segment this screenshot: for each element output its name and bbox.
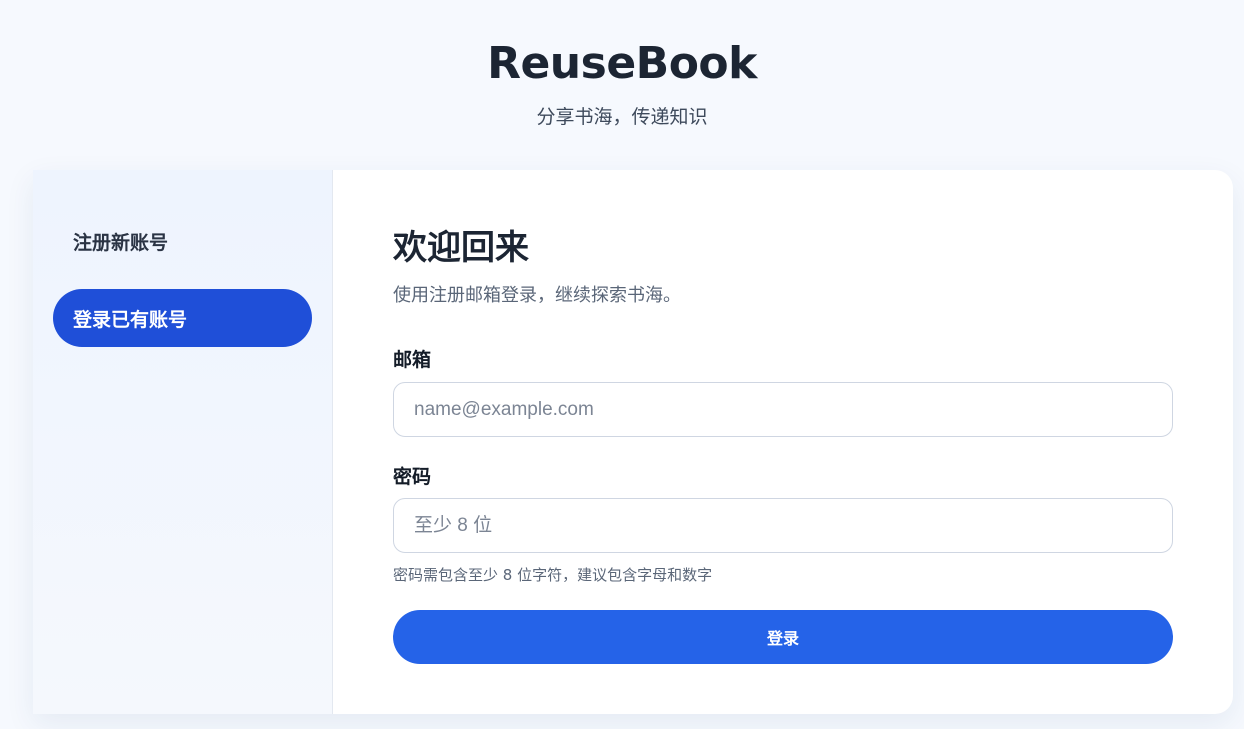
login-form-panel: 欢迎回来 使用注册邮箱登录，继续探索书海。 邮箱 密码 密码需包含至少 8 位字… (333, 170, 1233, 714)
brand-header: ReuseBook 分享书海，传递知识 (0, 36, 1244, 130)
email-input[interactable] (393, 382, 1173, 437)
login-page: ReuseBook 分享书海，传递知识 注册新账号 登录已有账号 欢迎回来 使用… (0, 0, 1244, 729)
password-hint: 密码需包含至少 8 位字符，建议包含字母和数字 (393, 566, 713, 584)
auth-sidebar: 注册新账号 登录已有账号 (33, 170, 333, 714)
brand-tagline: 分享书海，传递知识 (536, 106, 708, 128)
login-button[interactable]: 登录 (393, 610, 1173, 664)
sidebar-item-register[interactable]: 注册新账号 (53, 212, 312, 270)
sidebar-item-label: 登录已有账号 (73, 308, 188, 331)
page-title: 欢迎回来 (393, 228, 529, 268)
sidebar-item-login[interactable]: 登录已有账号 (53, 289, 312, 347)
brand-title: ReuseBook (487, 38, 757, 89)
auth-card: 注册新账号 登录已有账号 欢迎回来 使用注册邮箱登录，继续探索书海。 邮箱 密码… (33, 170, 1233, 714)
sidebar-item-label: 注册新账号 (73, 231, 169, 254)
password-input[interactable] (393, 498, 1173, 553)
email-label: 邮箱 (393, 349, 432, 371)
password-label: 密码 (393, 466, 432, 488)
page-subtitle: 使用注册邮箱登录，继续探索书海。 (393, 285, 681, 306)
